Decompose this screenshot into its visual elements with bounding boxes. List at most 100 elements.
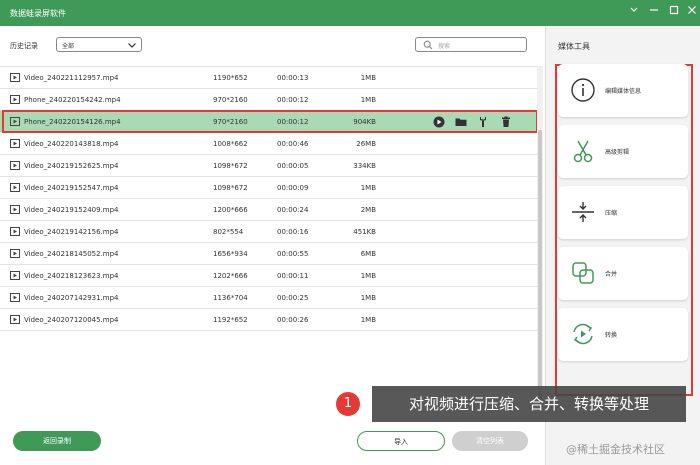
file-resolution: 1008*662 xyxy=(213,140,248,148)
file-duration: 00:00:13 xyxy=(277,74,309,82)
scrollbar-thumb[interactable] xyxy=(538,130,542,400)
tool-convert[interactable]: 转换 xyxy=(558,308,688,361)
video-file-icon xyxy=(10,161,20,172)
watermark: @稀土掘金技术社区 xyxy=(566,443,665,456)
table-row[interactable]: Video_240219152547.mp4 1098*672 00:00:09… xyxy=(0,177,537,199)
file-duration: 00:00:12 xyxy=(277,118,309,126)
filter-select[interactable]: 全部 xyxy=(56,37,142,52)
file-size: 26MB xyxy=(356,140,376,148)
info-icon xyxy=(570,77,596,103)
file-name: Video_240207142931.mp4 xyxy=(24,294,119,302)
scissors-icon xyxy=(570,138,596,164)
file-name: Video_240207120045.mp4 xyxy=(24,316,119,324)
restore-down-icon[interactable] xyxy=(626,5,642,21)
video-file-icon xyxy=(10,271,20,282)
file-name: Video_240219142156.mp4 xyxy=(24,228,119,236)
file-duration: 00:00:05 xyxy=(277,162,309,170)
tool-advanced-clip[interactable]: 高级剪辑 xyxy=(558,125,688,178)
table-row-selected[interactable]: Phone_240220154126.mp4 970*2160 00:00:12… xyxy=(0,111,537,133)
file-name: Video_240219152547.mp4 xyxy=(24,184,119,192)
minimize-icon[interactable] xyxy=(646,5,662,21)
row-actions xyxy=(432,115,519,131)
file-name: Video_240221112957.mp4 xyxy=(24,74,119,82)
folder-icon[interactable] xyxy=(454,115,468,129)
file-duration: 00:00:11 xyxy=(277,272,309,280)
file-resolution: 1202*666 xyxy=(213,272,248,280)
table-row[interactable]: Video_240218123623.mp4 1202*666 00:00:11… xyxy=(0,265,537,287)
close-icon[interactable] xyxy=(684,5,700,21)
file-name: Video_240218123623.mp4 xyxy=(24,272,119,280)
file-duration: 00:00:25 xyxy=(277,294,309,302)
file-size: 1MB xyxy=(360,294,376,302)
file-duration: 00:00:26 xyxy=(277,316,309,324)
title-bar: 数据蛙录屏软件 xyxy=(0,0,700,26)
play-icon[interactable] xyxy=(432,115,446,129)
table-row[interactable]: Phone_240220154242.mp4 970*2160 00:00:12… xyxy=(0,89,537,111)
file-size: 2MB xyxy=(360,206,376,214)
convert-icon xyxy=(570,321,596,347)
video-file-icon xyxy=(10,95,20,106)
tool-edit-media-info[interactable]: 编辑媒体信息 xyxy=(558,64,688,117)
table-row[interactable]: Video_240218145052.mp4 1656*934 00:00:55… xyxy=(0,243,537,265)
merge-icon xyxy=(570,260,596,286)
table-row[interactable]: Video_240207120045.mp4 1192*652 00:00:26… xyxy=(0,309,537,331)
file-size: 1MB xyxy=(360,316,376,324)
video-file-icon xyxy=(10,117,20,128)
file-resolution: 970*2160 xyxy=(213,118,248,126)
video-file-icon xyxy=(10,293,20,304)
file-duration: 00:00:09 xyxy=(277,184,309,192)
search-placeholder: 搜索 xyxy=(438,43,451,50)
file-resolution: 1200*666 xyxy=(213,206,248,214)
filter-value: 全部 xyxy=(62,43,75,50)
chevron-down-icon xyxy=(127,40,137,52)
file-name: Video_240219152625.mp4 xyxy=(24,162,119,170)
table-row[interactable]: Video_240221112957.mp4 1190*652 00:00:13… xyxy=(0,67,537,89)
tool-compress[interactable]: 压缩 xyxy=(558,186,688,239)
history-label: 历史记录 xyxy=(10,42,38,50)
file-list: Video_240221112957.mp4 1190*652 00:00:13… xyxy=(0,66,540,422)
search-input[interactable]: 搜索 xyxy=(415,37,527,52)
tool-label: 合并 xyxy=(605,271,618,278)
back-to-record-button[interactable]: 返回录制 xyxy=(13,431,101,451)
file-size: 1MB xyxy=(360,74,376,82)
file-resolution: 1136*704 xyxy=(213,294,248,302)
window-title: 数据蛙录屏软件 xyxy=(10,9,66,18)
video-file-icon xyxy=(10,139,20,150)
table-row[interactable]: Video_240219152625.mp4 1098*672 00:00:05… xyxy=(0,155,537,177)
file-duration: 00:00:46 xyxy=(277,140,309,148)
file-name: Video_240218145052.mp4 xyxy=(24,250,119,258)
video-file-icon xyxy=(10,205,20,216)
file-resolution: 1192*652 xyxy=(213,316,248,324)
maximize-icon[interactable] xyxy=(666,5,682,21)
import-button[interactable]: 导入 xyxy=(357,431,445,451)
file-duration: 00:00:24 xyxy=(277,206,309,214)
table-row[interactable]: Video_240219152409.mp4 1200*666 00:00:24… xyxy=(0,199,537,221)
compress-icon xyxy=(570,199,596,225)
video-file-icon xyxy=(10,227,20,238)
file-name: Phone_240220154126.mp4 xyxy=(24,118,121,126)
file-resolution: 1656*934 xyxy=(213,250,248,258)
table-row[interactable]: Video_240219142156.mp4 802*554 00:00:16 … xyxy=(0,221,537,243)
trash-icon[interactable] xyxy=(499,115,513,129)
tool-label: 编辑媒体信息 xyxy=(605,88,642,95)
table-row[interactable]: Video_240207142931.mp4 1136*704 00:00:25… xyxy=(0,287,537,309)
callout-text: 对视频进行压缩、合并、转换等处理 xyxy=(372,386,686,422)
wrench-icon[interactable] xyxy=(476,115,490,129)
file-size: 451KB xyxy=(353,228,376,236)
video-file-icon xyxy=(10,183,20,194)
clear-list-button[interactable]: 清空列表 xyxy=(452,431,528,451)
file-size: 334KB xyxy=(353,162,376,170)
video-file-icon xyxy=(10,315,20,326)
file-resolution: 1098*672 xyxy=(213,162,248,170)
file-size: 1MB xyxy=(360,96,376,104)
tool-label: 转换 xyxy=(605,332,618,339)
video-file-icon xyxy=(10,249,20,260)
table-row[interactable]: Video_240220143818.mp4 1008*662 00:00:46… xyxy=(0,133,537,155)
tool-merge[interactable]: 合并 xyxy=(558,247,688,300)
file-duration: 00:00:16 xyxy=(277,228,309,236)
file-name: Video_240219152409.mp4 xyxy=(24,206,119,214)
video-file-icon xyxy=(10,73,20,84)
file-resolution: 1190*652 xyxy=(213,74,248,82)
file-name: Phone_240220154242.mp4 xyxy=(24,96,121,104)
file-size: 904KB xyxy=(353,118,376,126)
